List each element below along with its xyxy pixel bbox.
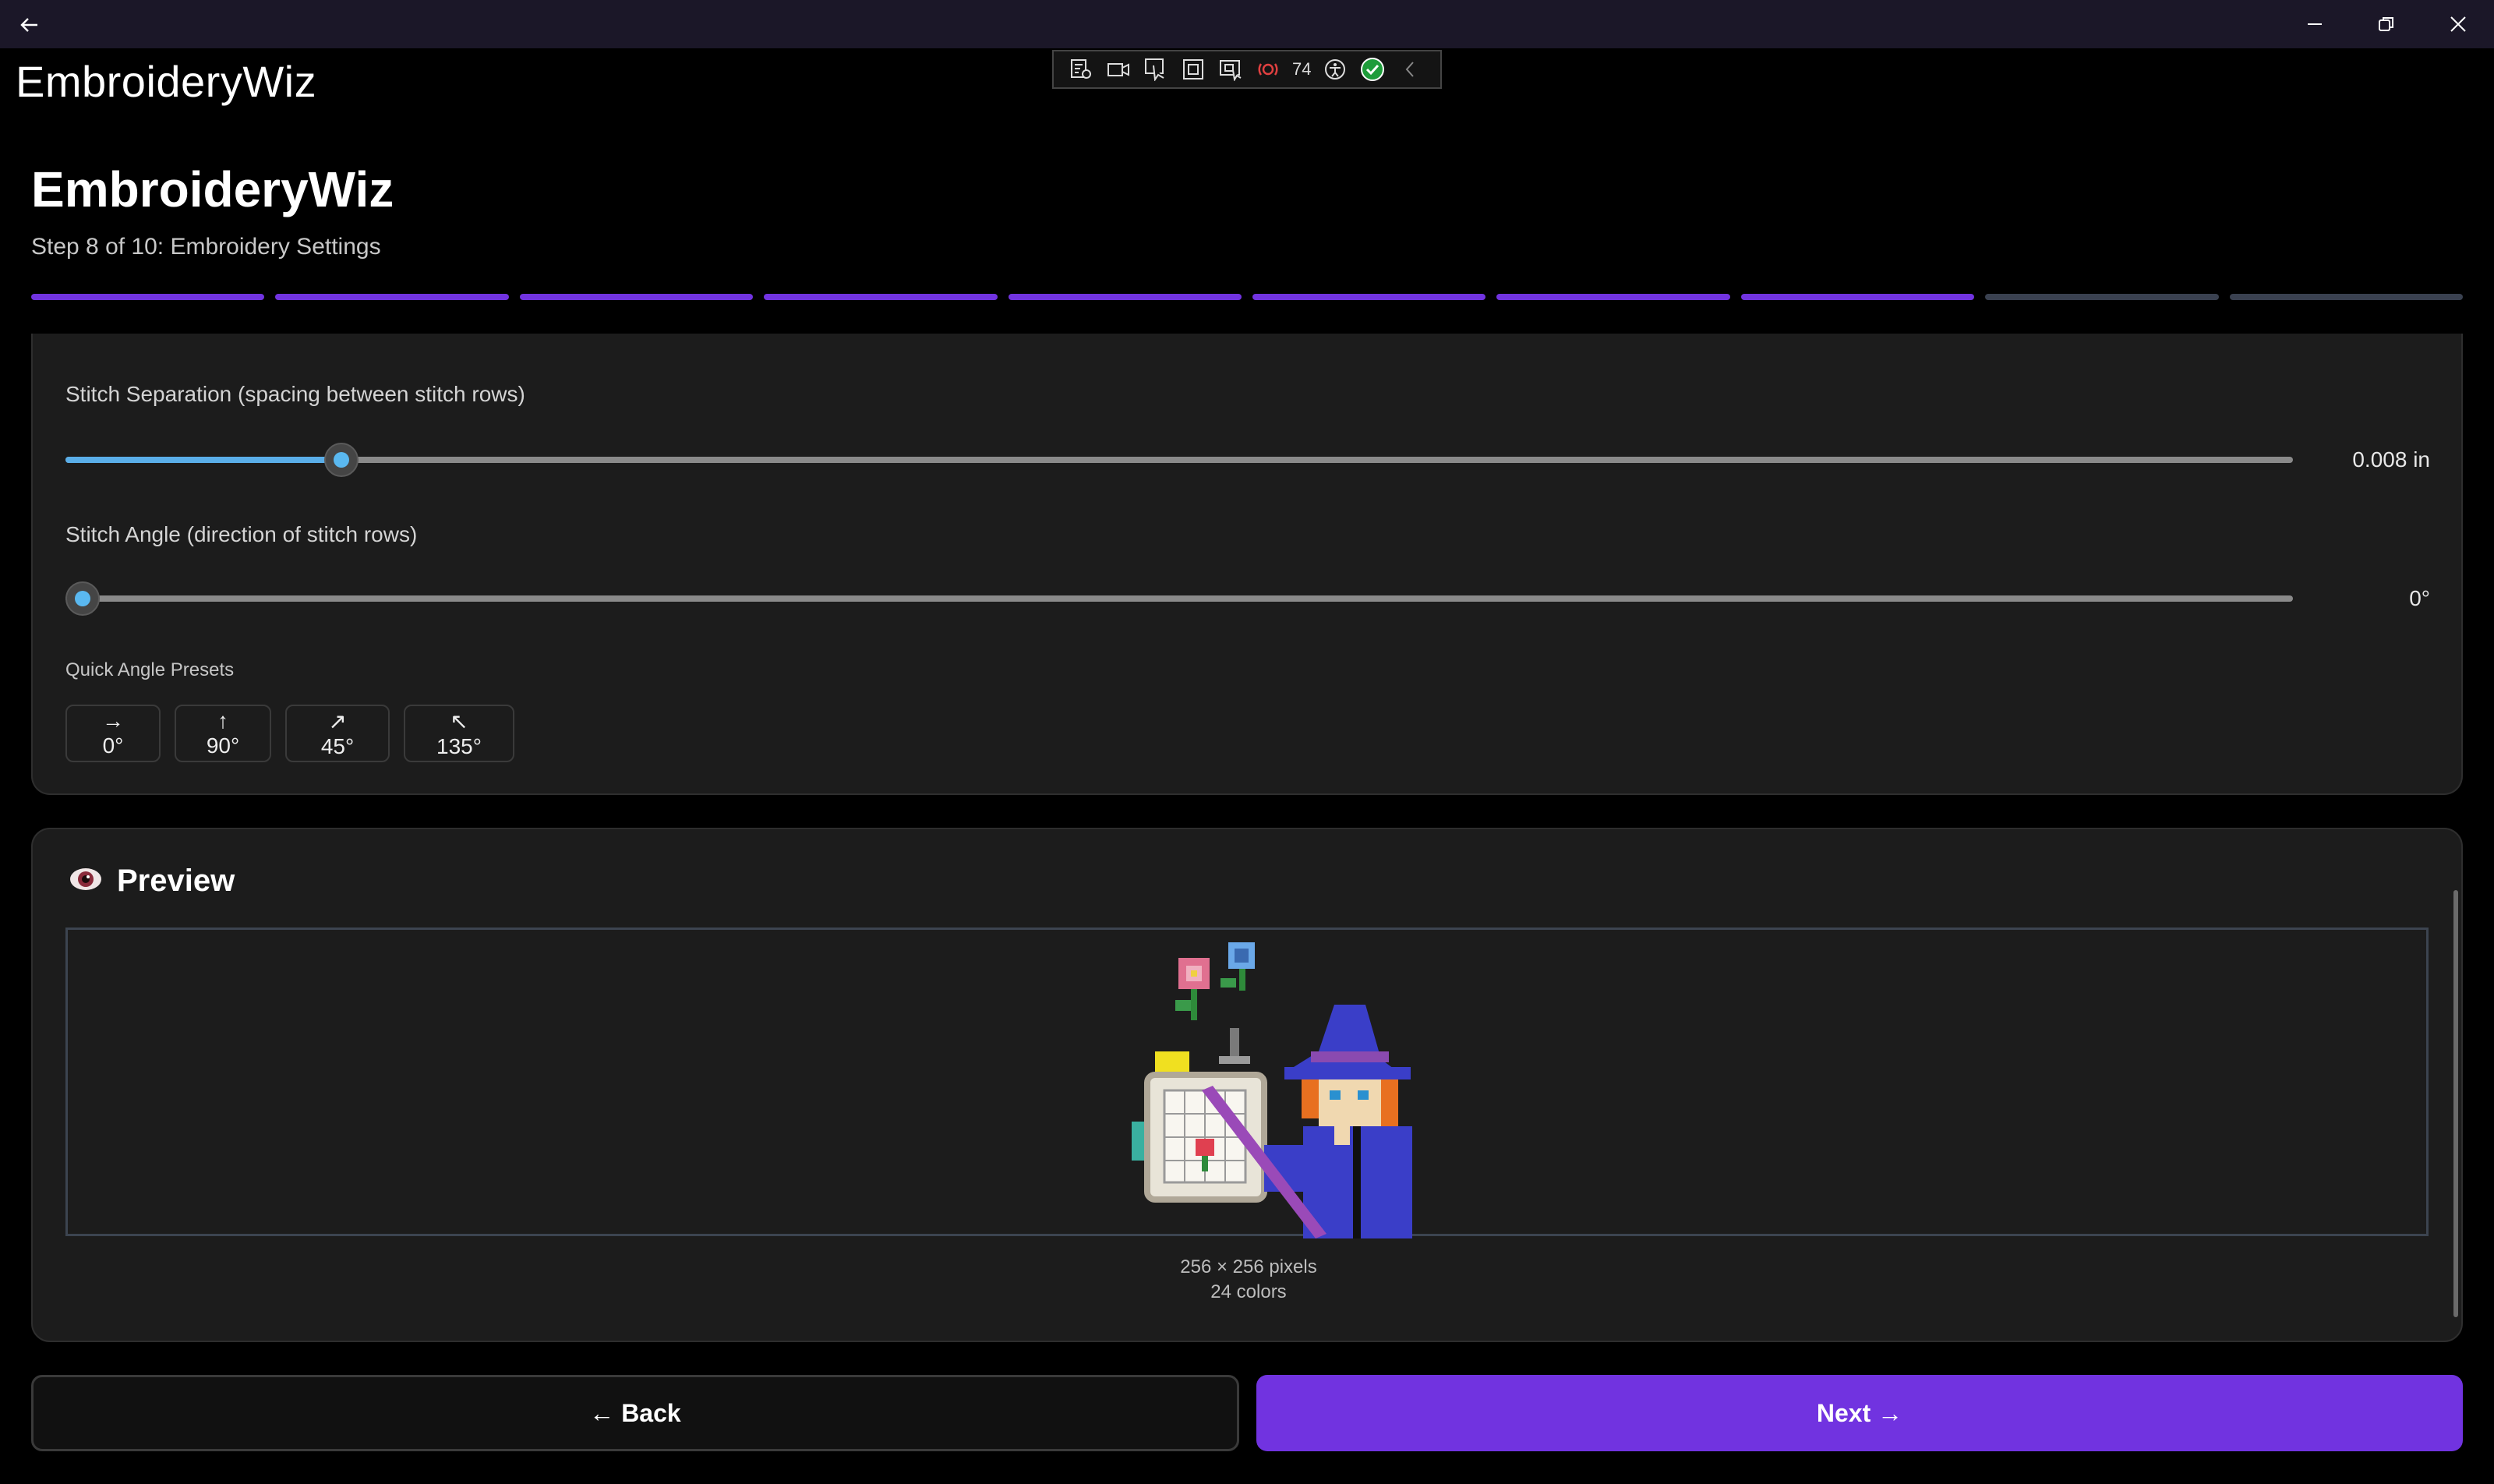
page-title: EmbroideryWiz bbox=[31, 161, 394, 217]
slider-thumb[interactable] bbox=[65, 581, 100, 616]
binding-count: 74 bbox=[1292, 59, 1312, 79]
progress-segment bbox=[1985, 294, 2219, 300]
select-element-icon[interactable] bbox=[1143, 56, 1169, 83]
stitch-separation-value: 0.008 in bbox=[2352, 447, 2430, 472]
accessibility-icon[interactable] bbox=[1322, 56, 1348, 83]
preview-scrollbar[interactable] bbox=[2453, 890, 2458, 1317]
quick-angle-presets-label: Quick Angle Presets bbox=[65, 659, 235, 680]
restore-icon[interactable] bbox=[2351, 0, 2422, 48]
preview-canvas bbox=[65, 928, 2429, 1238]
angle-presets: → 0° ↑ 90° ↗ 45° ↖ 135° bbox=[65, 705, 514, 762]
stitch-angle-slider[interactable] bbox=[65, 581, 2293, 616]
progress-segment bbox=[31, 294, 265, 300]
slider-thumb[interactable] bbox=[324, 443, 359, 477]
progress-segment bbox=[1496, 294, 1730, 300]
progress-segment bbox=[1008, 294, 1242, 300]
live-visual-tree-icon[interactable] bbox=[1068, 56, 1094, 83]
progress-segment bbox=[275, 294, 509, 300]
preview-dimensions: 256 × 256 pixels bbox=[1180, 1256, 1317, 1277]
preset-0-button[interactable]: → 0° bbox=[65, 705, 161, 762]
progress-segment bbox=[2229, 294, 2464, 300]
track-focus-icon[interactable] bbox=[1217, 56, 1244, 83]
stitch-separation-slider[interactable] bbox=[65, 443, 2293, 477]
debug-toolbar: 74 bbox=[1052, 50, 1442, 89]
preset-135-button[interactable]: ↖ 135° bbox=[404, 705, 514, 762]
eye-icon bbox=[69, 865, 103, 897]
preview-header: Preview bbox=[69, 864, 235, 899]
close-icon[interactable] bbox=[2422, 0, 2494, 48]
title-bar bbox=[0, 0, 2494, 48]
stitch-separation-label: Stitch Separation (spacing between stitc… bbox=[65, 382, 525, 406]
progress-segment bbox=[519, 294, 754, 300]
minimize-icon[interactable] bbox=[2279, 0, 2351, 48]
display-layout-adorners-icon[interactable] bbox=[1180, 56, 1206, 83]
hot-reload-check-icon[interactable] bbox=[1359, 56, 1386, 83]
app-window: EmbroideryWiz 74 EmbroideryWiz Step 8 of… bbox=[0, 0, 2494, 1484]
collapse-chevron-icon[interactable] bbox=[1397, 56, 1423, 83]
binding-failures-icon[interactable] bbox=[1255, 56, 1281, 83]
progress-segment bbox=[1740, 294, 1975, 300]
back-button[interactable]: ← Back bbox=[31, 1375, 1239, 1451]
embroidery-settings-card: Stitch Separation (spacing between stitc… bbox=[31, 334, 2463, 795]
record-icon[interactable] bbox=[1105, 56, 1132, 83]
preview-card: Preview 256 × 256 pixels 24 colors bbox=[31, 828, 2463, 1342]
preset-45-button[interactable]: ↗ 45° bbox=[285, 705, 390, 762]
preview-color-count: 24 colors bbox=[1210, 1281, 1287, 1302]
step-progress-bar bbox=[31, 294, 2464, 300]
next-button[interactable]: Next → bbox=[1256, 1375, 2463, 1451]
stitch-angle-value: 0° bbox=[2409, 586, 2430, 610]
app-name: EmbroideryWiz bbox=[16, 57, 317, 106]
stitch-angle-label: Stitch Angle (direction of stitch rows) bbox=[65, 522, 418, 546]
slider-fill bbox=[65, 457, 341, 463]
preview-title: Preview bbox=[117, 864, 235, 898]
progress-segment bbox=[1252, 294, 1486, 300]
embroidery-preview-image bbox=[1132, 942, 1412, 1238]
step-indicator: Step 8 of 10: Embroidery Settings bbox=[31, 234, 381, 260]
preset-90-button[interactable]: ↑ 90° bbox=[175, 705, 271, 762]
progress-segment bbox=[764, 294, 998, 300]
arrow-left-icon[interactable] bbox=[14, 9, 45, 41]
